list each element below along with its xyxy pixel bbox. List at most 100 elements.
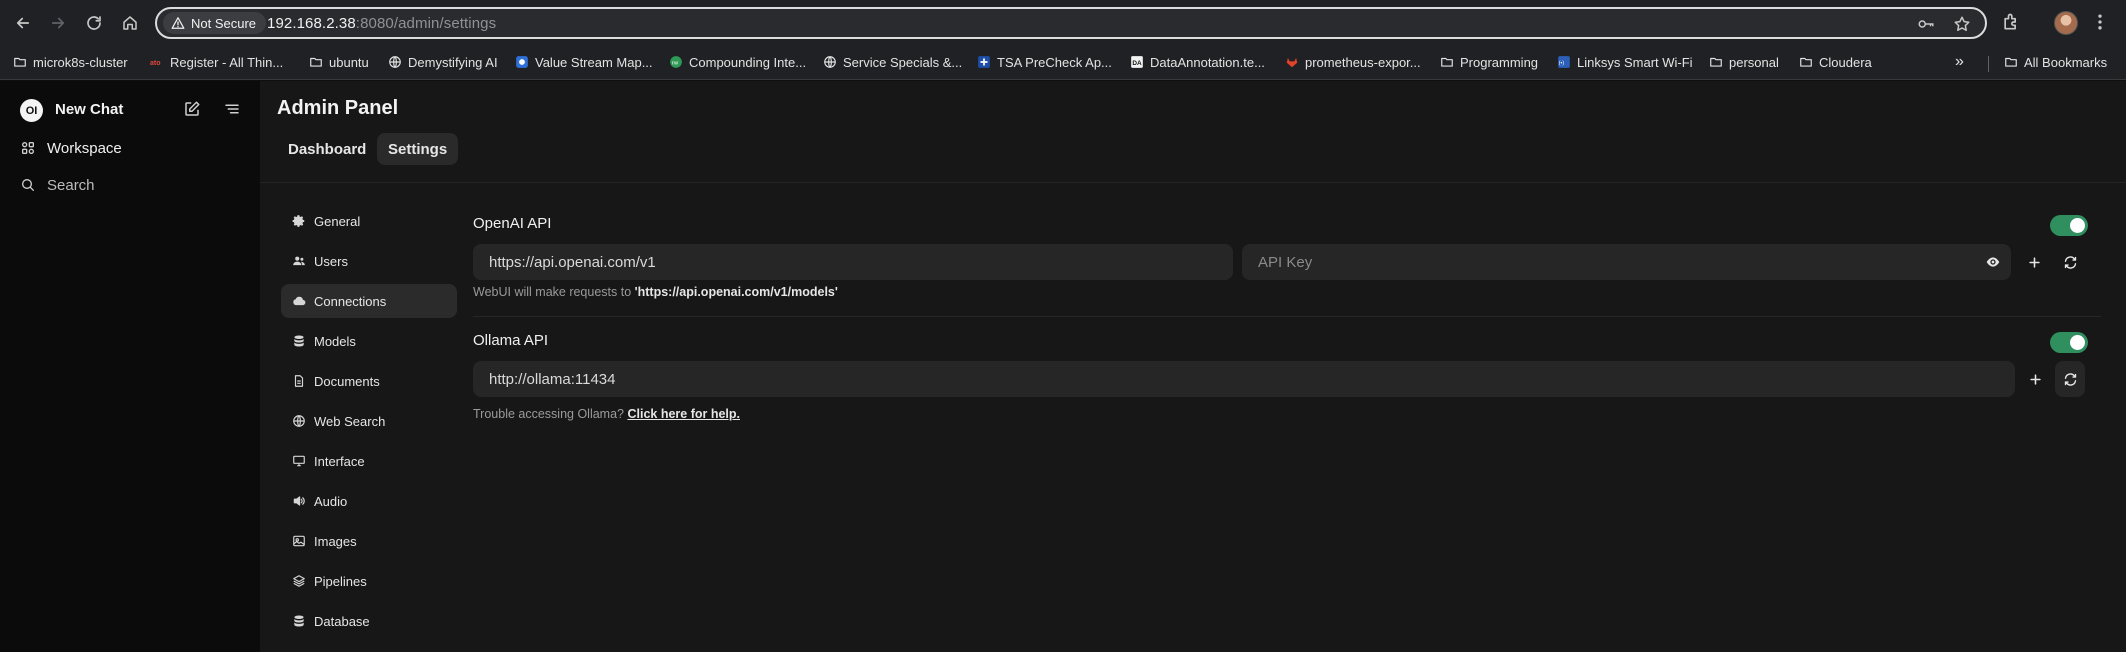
home-button[interactable] (116, 9, 144, 37)
gitlab-icon (1285, 55, 1299, 69)
bookmark-label: Service Specials &... (843, 54, 963, 70)
app-logo[interactable]: OI (20, 99, 43, 122)
new-chat-link[interactable]: New Chat (55, 101, 123, 118)
ollama-url-input[interactable]: http://ollama:11434 (473, 361, 2015, 397)
bookmark-item[interactable]: personal (1709, 52, 1779, 72)
forward-button[interactable] (44, 9, 72, 37)
database-icon (294, 335, 304, 347)
new-chat-button[interactable] (183, 100, 205, 122)
url-text[interactable]: 192.168.2.38:8080/admin/settings (267, 15, 496, 32)
site-icon: (•) (1557, 55, 1571, 69)
globe-icon (388, 55, 402, 69)
bookmark-item[interactable]: Value Stream Map... (515, 52, 653, 72)
document-icon (294, 375, 304, 387)
arrow-right-icon (51, 17, 65, 29)
edit-icon (185, 101, 200, 116)
eye-icon[interactable] (1985, 254, 2001, 270)
svg-text:rw: rw (672, 60, 679, 66)
bookmark-item[interactable]: DA DataAnnotation.te... (1130, 52, 1265, 72)
svg-text:ato: ato (150, 60, 161, 67)
bookmark-item[interactable]: Programming (1440, 52, 1538, 72)
bookmark-item[interactable]: (•) Linksys Smart Wi-Fi (1557, 52, 1693, 72)
bookmark-item[interactable]: ato Register - All Thin... (150, 52, 283, 72)
page-title: Admin Panel (277, 97, 399, 119)
star-icon[interactable] (1953, 15, 1971, 33)
warning-icon (171, 17, 185, 29)
more-vert-icon[interactable] (2090, 12, 2112, 34)
gear-icon (292, 215, 305, 227)
openai-api-key-input[interactable]: API Key (1242, 244, 2011, 280)
settings-nav-general[interactable]: General (281, 204, 457, 238)
openai-base-url-input[interactable]: https://api.openai.com/v1 (473, 244, 1233, 280)
bookmark-label: Compounding Inte... (689, 54, 807, 70)
reload-button[interactable] (80, 9, 108, 37)
ollama-toggle[interactable] (2050, 332, 2088, 353)
all-bookmarks-button[interactable]: All Bookmarks (2004, 52, 2107, 72)
settings-nav-pipelines[interactable]: Pipelines (281, 564, 457, 598)
settings-nav-connections[interactable]: Connections (281, 284, 457, 318)
openai-section-title: OpenAI API (473, 215, 552, 232)
settings-nav-images[interactable]: Images (281, 524, 457, 558)
ollama-verify-button[interactable] (2055, 361, 2085, 397)
bookmark-item[interactable]: rw Compounding Inte... (669, 52, 806, 72)
settings-nav-label: Models (314, 333, 356, 349)
openai-toggle[interactable] (2050, 215, 2088, 236)
security-chip[interactable]: Not Secure (163, 12, 267, 34)
sidebar-item-search[interactable]: Search (20, 174, 95, 196)
menu-icon (225, 104, 239, 114)
folder-icon (1709, 55, 1723, 69)
bookmark-label: Cloudera (1819, 54, 1872, 70)
bookmarks-divider (1988, 56, 1989, 72)
section-divider (473, 316, 2101, 317)
settings-nav-web-search[interactable]: Web Search (281, 404, 457, 438)
settings-nav-label: Connections (314, 293, 387, 309)
bookmark-item[interactable]: Demystifying AI (388, 52, 498, 72)
settings-nav-database[interactable]: Database (281, 604, 457, 638)
folder-icon (1440, 55, 1454, 69)
openai-add-button[interactable] (2021, 249, 2047, 275)
bookmark-item[interactable]: prometheus-expor... (1285, 52, 1421, 72)
bookmark-item[interactable]: TSA PreCheck Ap... (977, 52, 1112, 72)
extensions-icon[interactable] (2001, 12, 2023, 34)
folder-icon (13, 55, 27, 69)
bookmark-item[interactable]: ubuntu (309, 52, 369, 72)
bookmark-item[interactable]: Service Specials &... (823, 52, 962, 72)
bookmark-label: TSA PreCheck Ap... (997, 54, 1112, 70)
settings-nav-documents[interactable]: Documents (281, 364, 457, 398)
site-icon (977, 55, 991, 69)
profile-avatar[interactable] (2054, 11, 2078, 35)
address-bar[interactable]: Not Secure 192.168.2.38:8080/admin/setti… (155, 7, 1987, 39)
bookmark-label: Value Stream Map... (535, 54, 653, 70)
settings-nav-interface[interactable]: Interface (281, 444, 457, 478)
settings-nav-label: Web Search (314, 413, 386, 429)
reload-icon (87, 16, 101, 30)
bookmark-label: personal (1729, 54, 1779, 70)
settings-nav-audio[interactable]: Audio (281, 484, 457, 518)
bookmark-item[interactable]: microk8s-cluster (13, 52, 128, 72)
bookmark-label: DataAnnotation.te... (1150, 54, 1265, 70)
folder-icon (2004, 55, 2018, 69)
tab-settings[interactable]: Settings (377, 133, 459, 165)
ollama-add-button[interactable] (2022, 366, 2048, 392)
tab-dashboard[interactable]: Dashboard (277, 133, 377, 165)
sidebar-item-workspace[interactable]: Workspace (20, 137, 122, 159)
password-key-icon[interactable] (1917, 15, 1935, 33)
settings-nav-label: Users (314, 253, 348, 269)
openai-help-text: WebUI will make requests to 'https://api… (473, 285, 838, 299)
openai-verify-button[interactable] (2057, 249, 2083, 275)
back-button[interactable] (9, 9, 37, 37)
ollama-help-link[interactable]: Click here for help. (627, 407, 740, 421)
settings-nav-users[interactable]: Users (281, 244, 457, 278)
bookmark-item[interactable]: Cloudera (1799, 52, 1872, 72)
folder-icon (1799, 55, 1813, 69)
more-bookmarks-button[interactable]: » (1955, 52, 1964, 72)
plus-icon (2028, 256, 2040, 268)
site-icon: rw (669, 55, 683, 69)
sidebar-menu-button[interactable] (223, 100, 245, 122)
sidebar-item-label: Search (47, 176, 95, 194)
svg-text:DA: DA (1132, 60, 1142, 67)
settings-nav-models[interactable]: Models (281, 324, 457, 358)
cloud-icon (293, 296, 306, 306)
bookmark-label: prometheus-expor... (1305, 54, 1421, 70)
settings-nav-label: Documents (314, 373, 380, 389)
